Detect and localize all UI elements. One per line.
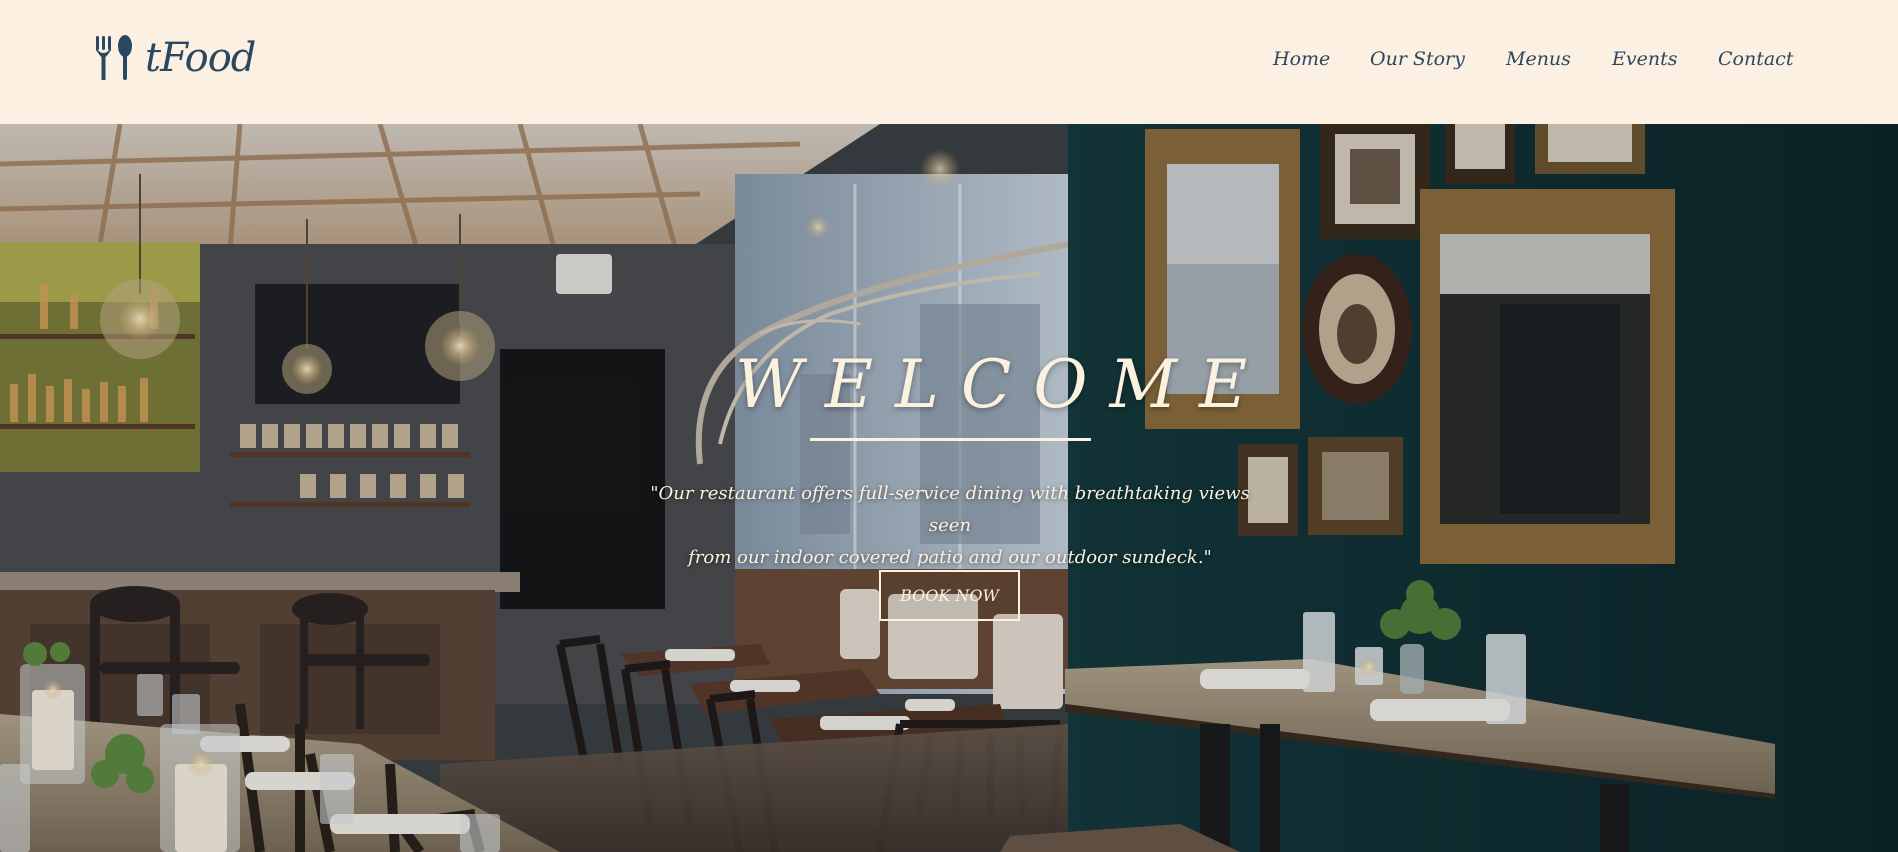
nav-events[interactable]: Events xyxy=(1612,48,1677,70)
logo[interactable]: tFood xyxy=(93,32,256,84)
site-header: tFood Home Our Story Menus Events Contac… xyxy=(0,0,1898,124)
hero-title: WELCOME xyxy=(735,346,1270,423)
fork-spoon-icon xyxy=(96,35,132,80)
logo-text: tFood xyxy=(145,35,256,81)
nav-contact[interactable]: Contact xyxy=(1718,48,1793,70)
book-now-button[interactable]: BOOK NOW xyxy=(879,570,1020,621)
hero-section: WELCOME "Our restaurant offers full-serv… xyxy=(0,124,1898,852)
nav-menus[interactable]: Menus xyxy=(1506,48,1571,70)
nav-our-story[interactable]: Our Story xyxy=(1370,48,1465,70)
nav-home[interactable]: Home xyxy=(1273,48,1330,70)
hero-tagline: "Our restaurant offers full-service dini… xyxy=(630,478,1270,574)
title-divider xyxy=(810,438,1091,441)
tagline-line-1: "Our restaurant offers full-service dini… xyxy=(650,483,1250,536)
